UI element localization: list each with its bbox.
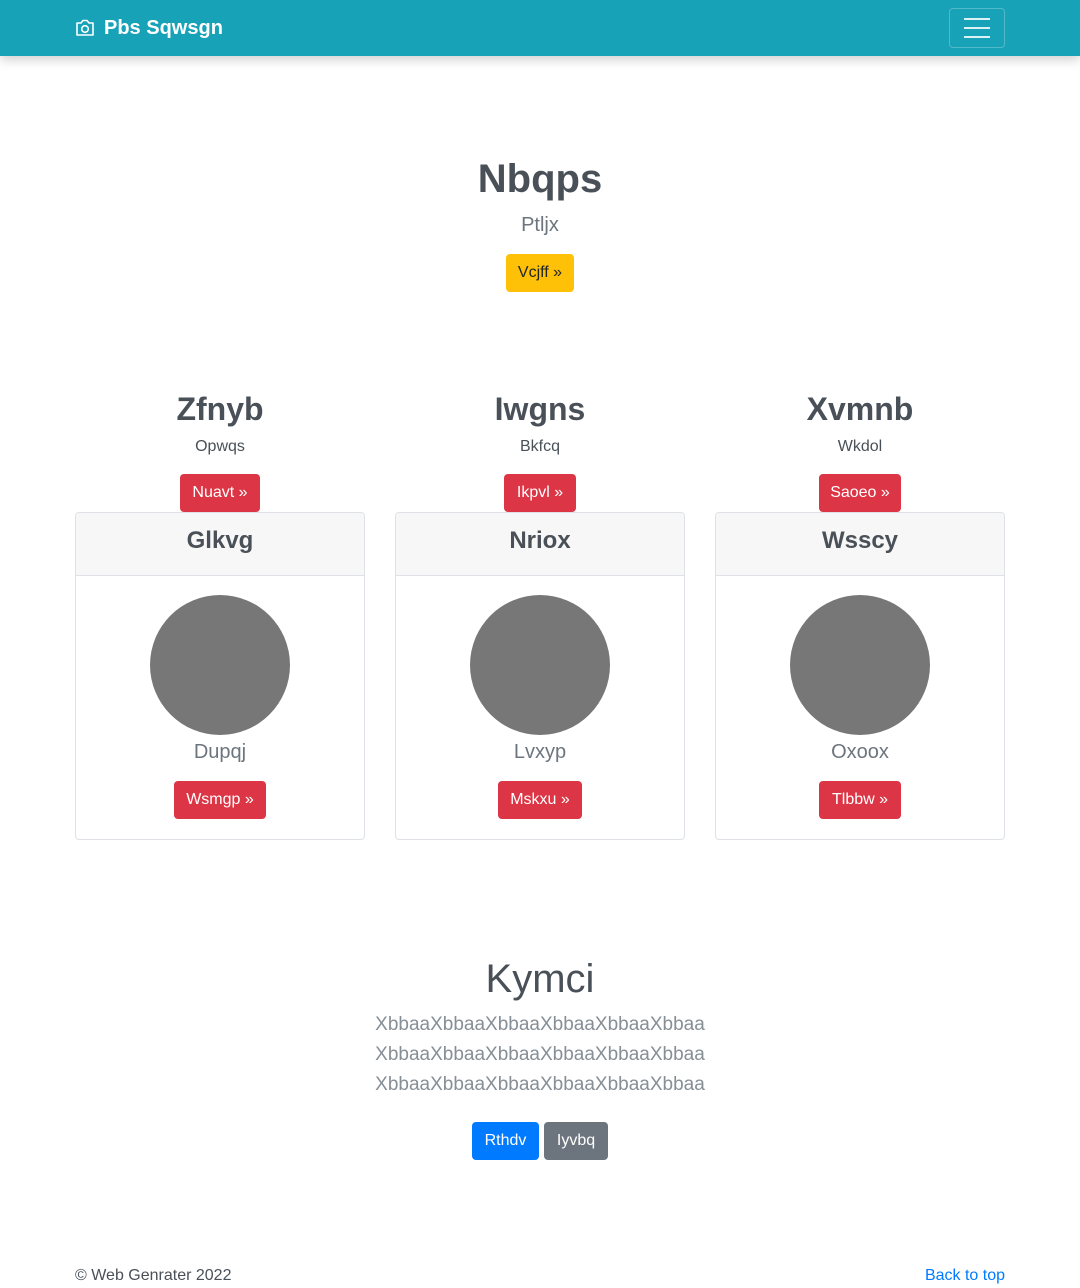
card-button[interactable]: Mskxu »: [498, 781, 582, 819]
avatar: [150, 595, 290, 735]
hamburger-menu-icon: [964, 27, 990, 29]
text-line: XbbaaXbbaaXbbaaXbbaaXbbaaXbbaa: [375, 1074, 705, 1095]
profile-card: Glkvg Dupqj Wsmgp »: [75, 512, 365, 840]
card-header: Nriox: [396, 513, 684, 576]
card-header: Glkvg: [76, 513, 364, 576]
card-header: Wsscy: [716, 513, 1004, 576]
feature-subtitle: Opwqs: [195, 438, 245, 455]
text-line: XbbaaXbbaaXbbaaXbbaaXbbaaXbbaa: [375, 1044, 705, 1065]
footer-copyright: © Web Genrater 2022: [75, 1267, 232, 1284]
primary-button[interactable]: Rthdv: [472, 1122, 539, 1160]
feature-subtitle: Wkdol: [837, 438, 883, 455]
feature-subtitle: Bkfcq: [519, 438, 560, 455]
hamburger-menu-icon: [964, 36, 990, 38]
avatar: [790, 595, 930, 735]
back-to-top-link[interactable]: Back to top: [925, 1266, 1005, 1286]
feature-button[interactable]: Ikpvl »: [504, 474, 576, 512]
card-button[interactable]: Tlbbw »: [819, 781, 901, 819]
hero-button[interactable]: Vcjff »: [506, 254, 574, 292]
section-text: XbbaaXbbaaXbbaaXbbaaXbbaaXbbaa XbbaaXbba…: [0, 1010, 1080, 1100]
profile-card: Wsscy Oxoox Tlbbw »: [715, 512, 1005, 840]
camera-icon: [76, 19, 94, 36]
secondary-button[interactable]: Iyvbq: [544, 1122, 608, 1160]
feature-button[interactable]: Nuavt »: [180, 474, 260, 512]
section-title: Kymci: [485, 957, 595, 1001]
hero-subtitle: Ptljx: [521, 214, 559, 236]
profile-card: Nriox Lvxyp Mskxu »: [395, 512, 685, 840]
feature-button[interactable]: Saoeo »: [819, 474, 901, 512]
brand-name: Pbs Sqwsgn: [104, 16, 223, 39]
brand-link[interactable]: Pbs Sqwsgn: [75, 14, 223, 42]
navbar: Pbs Sqwsgn: [0, 0, 1080, 56]
feature-title: Iwgns: [494, 391, 586, 427]
hamburger-menu-icon: [964, 18, 990, 20]
card-button[interactable]: Wsmgp »: [174, 781, 266, 819]
navbar-toggler-button[interactable]: [949, 8, 1005, 48]
card-text: Lvxyp: [513, 741, 567, 763]
card-text: Dupqj: [193, 741, 247, 763]
text-line: XbbaaXbbaaXbbaaXbbaaXbbaaXbbaa: [375, 1014, 705, 1035]
card-text: Oxoox: [831, 741, 889, 763]
avatar: [470, 595, 610, 735]
feature-title: Zfnyb: [176, 391, 264, 427]
hero-title: Nbqps: [477, 157, 603, 201]
feature-title: Xvmnb: [806, 391, 914, 427]
